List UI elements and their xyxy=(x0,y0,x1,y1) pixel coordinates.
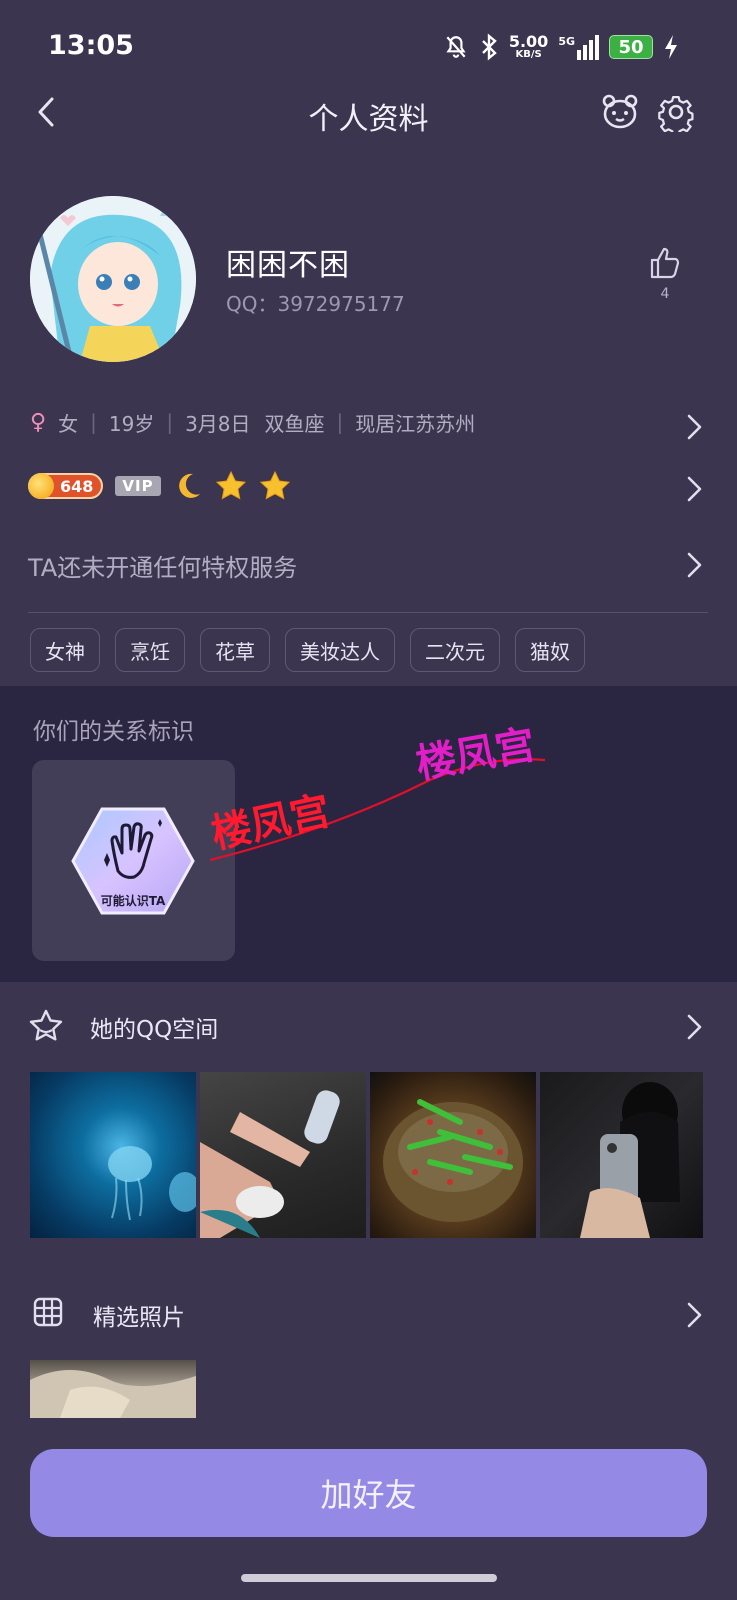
status-icons: 5.00 KB/S 5G 50 xyxy=(443,30,679,64)
qzone-title[interactable]: 她的QQ空间 xyxy=(90,1010,218,1044)
divider: | xyxy=(90,410,97,434)
chevron-right-icon[interactable] xyxy=(684,1300,704,1330)
gender: 女 xyxy=(58,411,79,436)
star-icon xyxy=(259,470,290,500)
divider xyxy=(28,612,708,613)
charging-icon xyxy=(665,35,677,59)
star-icon xyxy=(215,470,246,500)
privilege-status[interactable]: TA还未开通任何特权服务 xyxy=(28,548,297,583)
relationship-title: 你们的关系标识 xyxy=(33,719,194,745)
chevron-right-icon[interactable] xyxy=(684,412,704,442)
sun-coin-icon xyxy=(28,473,54,499)
qzone-photo[interactable] xyxy=(200,1072,366,1238)
add-friend-button[interactable]: 加好友 xyxy=(30,1449,707,1537)
female-icon: ♀ xyxy=(30,409,47,435)
qzone-photo[interactable] xyxy=(30,1072,196,1238)
net-speed: 5.00 KB/S xyxy=(508,32,549,60)
moon-icon xyxy=(178,473,200,498)
qq-number: QQ：3972975177 xyxy=(226,292,405,316)
star-outline-icon xyxy=(29,1009,63,1041)
divider: | xyxy=(166,410,174,434)
level-badge: 648 xyxy=(28,473,104,499)
status-time: 13:05 xyxy=(48,30,134,61)
chevron-right-icon[interactable] xyxy=(684,474,704,504)
badge-row[interactable]: 648 VIP xyxy=(28,468,291,504)
interest-tags: 女神 烹饪 花草 美妆达人 二次元 猫奴 xyxy=(30,628,585,672)
qzone-photo[interactable] xyxy=(540,1072,703,1238)
gear-icon[interactable] xyxy=(656,92,696,132)
zodiac: 双鱼座 xyxy=(264,411,325,436)
mute-bell-icon xyxy=(446,36,466,58)
thumbs-up-icon xyxy=(650,247,680,279)
basic-info-row[interactable]: ♀ 女 | 19岁 | 3月8日 双鱼座 | 现居江苏苏州 xyxy=(30,404,710,440)
tag-chip[interactable]: 花草 xyxy=(200,628,270,672)
home-indicator[interactable] xyxy=(241,1574,497,1582)
selected-photos-title[interactable]: 精选照片 xyxy=(93,1298,185,1332)
vip-badge: VIP xyxy=(115,476,161,496)
avatar[interactable] xyxy=(30,196,196,362)
tag-chip[interactable]: 美妆达人 xyxy=(285,628,395,672)
bear-face-icon[interactable] xyxy=(600,92,640,132)
relationship-badge-label: 可能认识TA xyxy=(100,894,166,908)
like-count: 4 xyxy=(660,286,670,302)
like-button[interactable]: 4 xyxy=(640,246,690,306)
qzone-photo[interactable] xyxy=(370,1072,536,1238)
tag-chip[interactable]: 二次元 xyxy=(410,628,500,672)
selected-photo[interactable] xyxy=(30,1360,196,1418)
chevron-right-icon[interactable] xyxy=(684,550,704,580)
tag-chip[interactable]: 女神 xyxy=(30,628,100,672)
tag-chip[interactable]: 烹饪 xyxy=(115,628,185,672)
grid-icon xyxy=(33,1297,63,1327)
location: 现居江苏苏州 xyxy=(355,411,476,436)
chevron-right-icon[interactable] xyxy=(684,1012,704,1042)
signal-icon: 5G xyxy=(558,34,599,60)
bluetooth-icon xyxy=(481,33,497,61)
birthday: 3月8日 xyxy=(185,411,251,436)
battery-indicator: 50 xyxy=(609,35,653,59)
tag-chip[interactable]: 猫奴 xyxy=(515,628,585,672)
nickname: 困困不困 xyxy=(226,248,350,283)
age: 19岁 xyxy=(108,411,155,436)
divider: | xyxy=(336,410,344,434)
